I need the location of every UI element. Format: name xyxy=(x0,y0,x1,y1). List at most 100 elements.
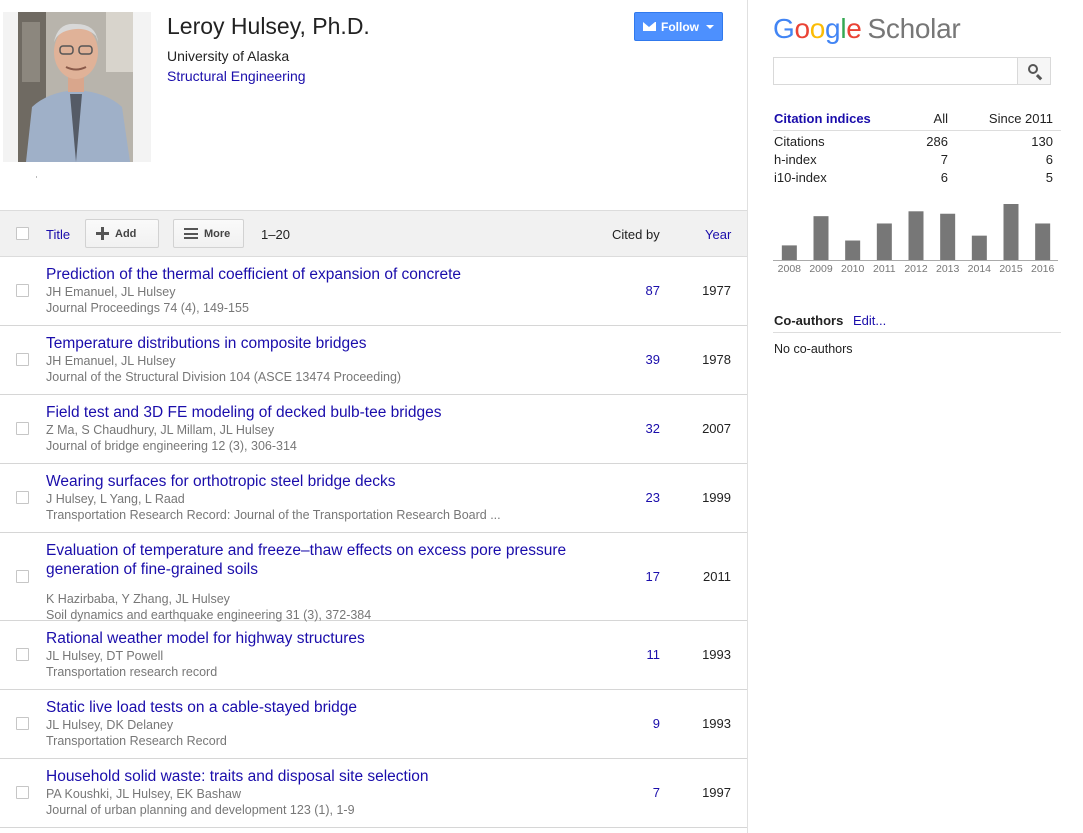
chart-bar[interactable] xyxy=(876,223,892,260)
article-row: Wearing surfaces for orthotropic steel b… xyxy=(0,464,747,533)
index-all-value: 6 xyxy=(940,170,948,185)
index-label: i10-index xyxy=(774,170,827,185)
sort-by-title-link[interactable]: Title xyxy=(46,227,70,242)
article-title-link[interactable]: Prediction of the thermal coefficient of… xyxy=(46,265,586,284)
article-title-link[interactable]: Temperature distributions in composite b… xyxy=(46,334,586,353)
more-button[interactable]: More xyxy=(173,219,244,248)
article-title-link[interactable]: Household solid waste: traits and dispos… xyxy=(46,767,586,786)
article-venue: Soil dynamics and earthquake engineering… xyxy=(46,608,372,622)
article-row: Temperature distributions in composite b… xyxy=(0,326,747,395)
chart-bar[interactable] xyxy=(781,245,797,260)
article-year: 1977 xyxy=(702,283,731,298)
citation-indices-table: Citation indices All Since 2011 Citation… xyxy=(773,110,1061,185)
coauthors-edit-link[interactable]: Edit... xyxy=(853,313,886,328)
article-authors: K Hazirbaba, Y Zhang, JL Hulsey xyxy=(46,592,230,606)
article-list: Prediction of the thermal coefficient of… xyxy=(0,257,747,828)
follow-button[interactable]: Follow xyxy=(634,12,723,41)
cited-by-count-link[interactable]: 39 xyxy=(646,352,660,367)
logo-letter: g xyxy=(825,13,841,44)
article-title-link[interactable]: Evaluation of temperature and freeze–tha… xyxy=(46,541,586,579)
search-input[interactable] xyxy=(773,57,1018,85)
chart-bar[interactable] xyxy=(908,211,924,260)
cited-by-count-link[interactable]: 7 xyxy=(653,785,660,800)
profile-name: Leroy Hulsey, Ph.D. xyxy=(167,13,370,39)
article-checkbox[interactable] xyxy=(16,353,29,366)
article-year: 2011 xyxy=(703,569,731,584)
cited-by-count-link[interactable]: 87 xyxy=(646,283,660,298)
logo-letter: e xyxy=(846,13,862,44)
search-button[interactable] xyxy=(1017,57,1051,85)
article-year: 1993 xyxy=(702,716,731,731)
citations-per-year-chart: 2008 2009 2010 2011 2012 2013 2014 2015 2016 xyxy=(773,198,1058,274)
chart-year-label: 2014 xyxy=(968,263,992,274)
citation-index-row: i10-index 6 5 xyxy=(773,167,1061,185)
logo-letter: G xyxy=(773,13,795,44)
article-venue: Journal Proceedings 74 (4), 149-155 xyxy=(46,301,249,315)
article-checkbox[interactable] xyxy=(16,648,29,661)
article-checkbox[interactable] xyxy=(16,570,29,583)
chart-year-label: 2010 xyxy=(841,263,865,274)
research-interest-link[interactable]: Structural Engineering xyxy=(167,68,306,84)
article-title-link[interactable]: Rational weather model for highway struc… xyxy=(46,629,586,648)
chart-bar[interactable] xyxy=(1035,223,1051,260)
citation-indices-header: Citation indices All Since 2011 xyxy=(773,110,1061,131)
article-title-link[interactable]: Field test and 3D FE modeling of decked … xyxy=(46,403,586,422)
cited-by-count-link[interactable]: 17 xyxy=(646,569,660,584)
profile-main: Leroy Hulsey, Ph.D. University of Alaska… xyxy=(0,0,747,833)
cited-by-count-link[interactable]: 9 xyxy=(653,716,660,731)
coauthors-title: Co-authors xyxy=(774,313,844,328)
article-title-link[interactable]: Wearing surfaces for orthotropic steel b… xyxy=(46,472,586,491)
article-venue: Transportation Research Record xyxy=(46,734,227,748)
article-authors: J Hulsey, L Yang, L Raad xyxy=(46,492,185,506)
cited-by-count-link[interactable]: 11 xyxy=(647,647,661,662)
chart-bar[interactable] xyxy=(940,213,956,260)
citation-index-row: h-index 7 6 xyxy=(773,149,1061,167)
index-since-value: 5 xyxy=(1045,170,1053,185)
article-table-header: Title Add More 1–20 Cited by Year xyxy=(0,210,747,257)
chart-bar[interactable] xyxy=(813,216,829,260)
citation-indices-title[interactable]: Citation indices xyxy=(774,111,871,126)
chart-bar[interactable] xyxy=(845,240,861,260)
chart-year-label: 2016 xyxy=(1031,263,1055,274)
index-label: Citations xyxy=(774,134,825,149)
article-checkbox[interactable] xyxy=(16,422,29,435)
coauthors-header: Co-authors Edit... xyxy=(773,312,1061,333)
google-scholar-logo[interactable]: Google Scholar xyxy=(773,13,961,45)
article-checkbox[interactable] xyxy=(16,284,29,297)
profile-affiliation: University of Alaska xyxy=(167,48,290,64)
chart-year-label: 2011 xyxy=(873,263,896,274)
article-row: Prediction of the thermal coefficient of… xyxy=(0,257,747,326)
article-year: 2007 xyxy=(702,421,731,436)
article-row: Evaluation of temperature and freeze–tha… xyxy=(0,533,747,622)
sort-by-year-link[interactable]: Year xyxy=(705,227,731,242)
envelope-icon xyxy=(643,22,656,31)
select-all-checkbox[interactable] xyxy=(16,227,29,240)
plus-icon xyxy=(96,227,109,240)
article-year: 1978 xyxy=(702,352,731,367)
cited-by-count-link[interactable]: 32 xyxy=(646,421,660,436)
add-label: Add xyxy=(115,227,137,240)
article-title-link[interactable]: Static live load tests on a cable-stayed… xyxy=(46,698,586,717)
chart-year-label: 2015 xyxy=(999,263,1023,274)
article-venue: Journal of bridge engineering 12 (3), 30… xyxy=(46,439,297,453)
chart-bar[interactable] xyxy=(971,235,987,260)
col-all-header: All xyxy=(933,111,948,126)
add-button[interactable]: Add xyxy=(85,219,159,248)
logo-letter: o xyxy=(809,13,826,44)
follow-label: Follow xyxy=(661,19,699,34)
article-year: 1999 xyxy=(702,490,731,505)
article-checkbox[interactable] xyxy=(16,786,29,799)
article-authors: JL Hulsey, DT Powell xyxy=(46,649,164,663)
article-checkbox[interactable] xyxy=(16,717,29,730)
more-label: More xyxy=(204,227,231,240)
pagination-range: 1–20 xyxy=(261,227,290,242)
sidebar: Google Scholar Citation indices All Since… xyxy=(748,0,1083,833)
chart-bar[interactable] xyxy=(1003,204,1019,260)
cited-by-count-link[interactable]: 23 xyxy=(646,490,660,505)
logo-letter: o xyxy=(794,13,810,44)
article-year: 1997 xyxy=(702,785,731,800)
chart-year-label: 2012 xyxy=(904,263,928,274)
article-checkbox[interactable] xyxy=(16,491,29,504)
article-authors: JL Hulsey, DK Delaney xyxy=(46,718,174,732)
article-row: Rational weather model for highway struc… xyxy=(0,621,747,690)
